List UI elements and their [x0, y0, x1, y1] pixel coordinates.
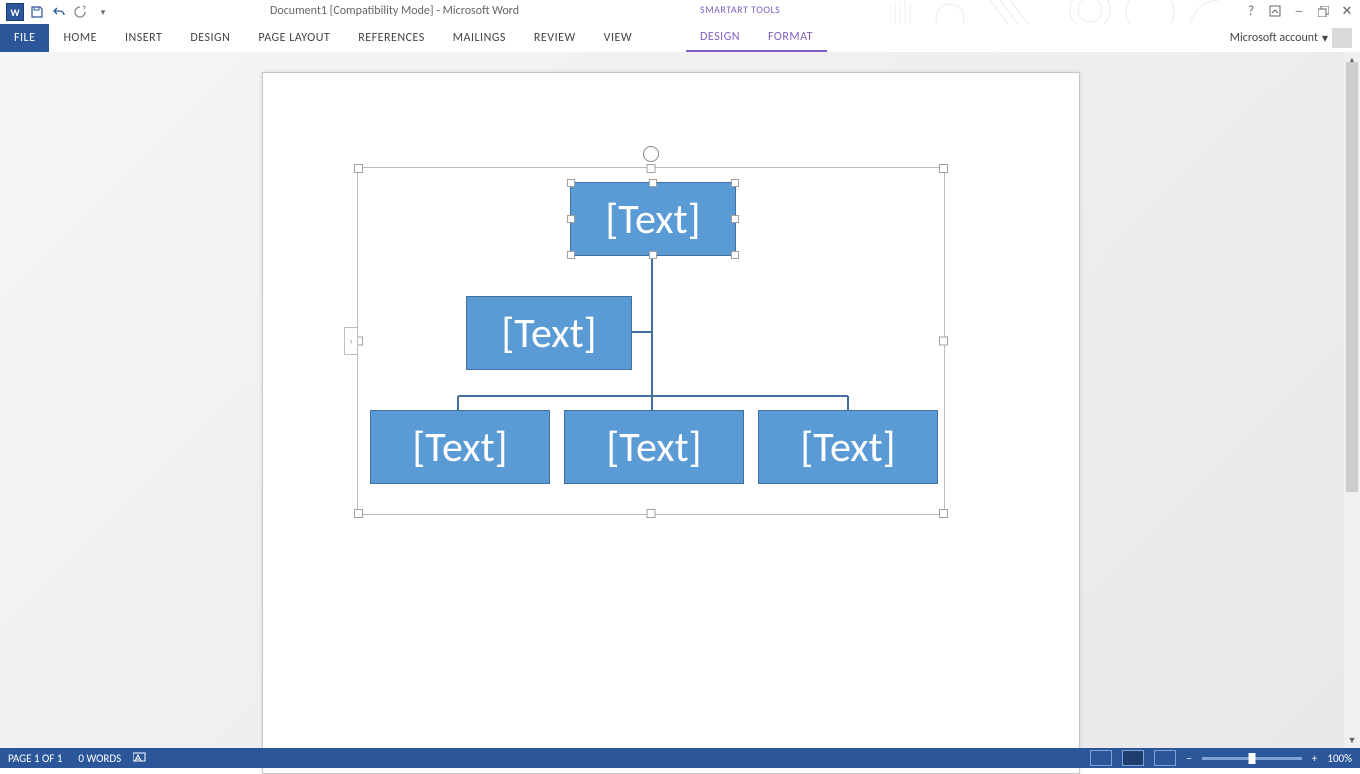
spellcheck-icon[interactable]: [133, 751, 149, 766]
tab-home[interactable]: HOME: [49, 24, 111, 52]
node-text: [Text]: [605, 194, 700, 245]
text-pane-toggle[interactable]: ‹: [344, 327, 358, 355]
resize-handle[interactable]: [354, 509, 363, 518]
word-app-icon[interactable]: W: [6, 3, 24, 21]
title-bar: W ▾ Document1 [Compatibility Mode] - Mic…: [0, 0, 1360, 24]
redo-icon[interactable]: [72, 3, 90, 21]
shape-handle[interactable]: [731, 251, 739, 259]
tab-review[interactable]: REVIEW: [520, 24, 590, 52]
shape-handle[interactable]: [731, 215, 739, 223]
tab-file[interactable]: FILE: [0, 24, 49, 52]
smartart-object[interactable]: ‹ [Text] [Text] [Text] [Tex: [357, 167, 945, 515]
zoom-out-button[interactable]: −: [1186, 752, 1191, 765]
tab-design[interactable]: DESIGN: [176, 24, 244, 52]
tab-page-layout[interactable]: PAGE LAYOUT: [244, 24, 344, 52]
zoom-level[interactable]: 100%: [1327, 752, 1352, 765]
window-controls: ? ─ ✕: [1242, 2, 1356, 20]
status-bar: PAGE 1 OF 1 0 WORDS − + 100%: [0, 748, 1360, 768]
account-menu[interactable]: Microsoft account ▾: [1222, 24, 1360, 52]
smartart-node-child[interactable]: [Text]: [564, 410, 744, 484]
status-word-count[interactable]: 0 WORDS: [78, 752, 121, 765]
smartart-node-assistant[interactable]: [Text]: [466, 296, 632, 370]
node-text: [Text]: [501, 308, 596, 359]
resize-handle[interactable]: [647, 509, 656, 518]
scroll-thumb[interactable]: [1346, 62, 1358, 492]
account-label: Microsoft account: [1230, 31, 1318, 45]
view-read-mode-icon[interactable]: [1090, 750, 1112, 766]
node-text: [Text]: [800, 422, 895, 473]
smartart-node-child[interactable]: [Text]: [370, 410, 550, 484]
document-page[interactable]: ‹ [Text] [Text] [Text] [Tex: [262, 72, 1080, 774]
contextual-tab-title: SMARTART TOOLS: [700, 3, 780, 16]
tab-insert[interactable]: INSERT: [111, 24, 176, 52]
shape-handle[interactable]: [567, 251, 575, 259]
view-print-layout-icon[interactable]: [1122, 750, 1144, 766]
minimize-icon[interactable]: ─: [1290, 2, 1308, 20]
tab-smartart-design[interactable]: DESIGN: [686, 24, 754, 52]
tab-mailings[interactable]: MAILINGS: [439, 24, 520, 52]
vertical-scrollbar[interactable]: ▲ ▼: [1344, 52, 1360, 748]
restore-icon[interactable]: [1314, 2, 1332, 20]
resize-handle[interactable]: [939, 509, 948, 518]
tab-smartart-format[interactable]: FORMAT: [754, 24, 827, 52]
save-icon[interactable]: [28, 3, 46, 21]
shape-handle[interactable]: [567, 179, 575, 187]
document-workspace: ‹ [Text] [Text] [Text] [Tex: [0, 52, 1360, 748]
zoom-in-button[interactable]: +: [1312, 752, 1317, 765]
shape-handle[interactable]: [567, 215, 575, 223]
zoom-slider[interactable]: [1202, 757, 1302, 760]
node-text: [Text]: [412, 422, 507, 473]
smartart-node-child[interactable]: [Text]: [758, 410, 938, 484]
ribbon-tabs: FILE HOME INSERT DESIGN PAGE LAYOUT REFE…: [0, 24, 1360, 53]
smartart-node-root[interactable]: [Text]: [570, 182, 736, 256]
scroll-down-icon[interactable]: ▼: [1344, 732, 1360, 748]
undo-icon[interactable]: [50, 3, 68, 21]
help-icon[interactable]: ?: [1242, 2, 1260, 20]
node-text: [Text]: [606, 422, 701, 473]
chevron-down-icon: ▾: [1322, 31, 1328, 46]
resize-handle[interactable]: [647, 164, 656, 173]
shape-handle[interactable]: [731, 179, 739, 187]
close-icon[interactable]: ✕: [1338, 2, 1356, 20]
avatar-icon: [1332, 28, 1352, 48]
header-decoration: [890, 0, 1230, 24]
shape-handle[interactable]: [649, 179, 657, 187]
tab-view[interactable]: VIEW: [590, 24, 646, 52]
status-page[interactable]: PAGE 1 OF 1: [8, 752, 62, 765]
rotate-handle-icon[interactable]: [643, 146, 659, 162]
resize-handle[interactable]: [939, 337, 948, 346]
qat-customize-icon[interactable]: ▾: [94, 3, 112, 21]
tab-references[interactable]: REFERENCES: [344, 24, 439, 52]
shape-handle[interactable]: [649, 251, 657, 259]
ribbon-display-icon[interactable]: [1266, 2, 1284, 20]
view-web-layout-icon[interactable]: [1154, 750, 1176, 766]
quick-access-toolbar: W ▾: [0, 3, 112, 21]
window-title: Document1 [Compatibility Mode] - Microso…: [270, 4, 519, 18]
